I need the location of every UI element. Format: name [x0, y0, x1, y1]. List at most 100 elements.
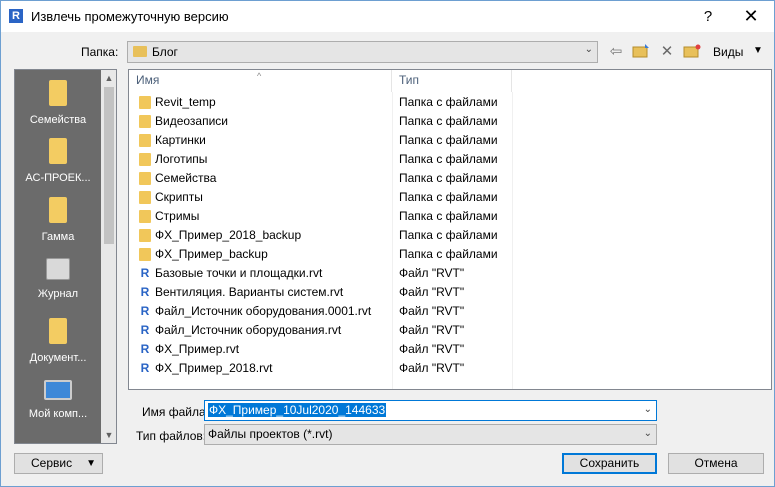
place-documents[interactable]: Документ... [15, 318, 101, 364]
file-type: Папка с файлами [399, 133, 498, 147]
revit-file-icon: R [140, 304, 150, 318]
delete-icon[interactable]: ✕ [657, 43, 677, 61]
cancel-button[interactable]: Отмена [668, 453, 764, 474]
revit-file-icon: R [140, 361, 150, 375]
filename-label: Имя файла: [142, 405, 209, 419]
filetype-select[interactable]: Файлы проектов (*.rvt) ⌄ [204, 424, 657, 445]
file-name: Логотипы [155, 152, 208, 166]
file-name: ФХ_Пример.rvt [155, 342, 240, 356]
place-as-proek[interactable]: АС-ПРОЕК... [15, 138, 101, 184]
folder-icon [139, 153, 151, 166]
file-row[interactable]: Стримы Папка с файлами [129, 207, 512, 226]
file-row[interactable]: R Файл_Источник оборудования.0001.rvt Файл… [129, 302, 512, 321]
revit-file-icon: R [140, 323, 150, 337]
folder-dropdown[interactable]: Блог ⌄ [127, 41, 598, 63]
file-name: ФХ_Пример_2018.rvt [155, 361, 273, 375]
file-row[interactable]: Семейства Папка с файлами [129, 169, 512, 188]
file-row[interactable]: Revit_temp Папка с файлами [129, 93, 512, 112]
sort-ascending-icon: ^ [257, 71, 262, 81]
file-row[interactable]: Скрипты Папка с файлами [129, 188, 512, 207]
file-type: Папка с файлами [399, 95, 498, 109]
file-name: ФХ_Пример_2018_backup [155, 228, 302, 242]
file-row[interactable]: R ФХ_Пример_2018.rvt Файл "RVT" [129, 359, 512, 378]
folder-icon [49, 80, 67, 106]
file-row[interactable]: R ФХ_Пример.rvt Файл "RVT" [129, 340, 512, 359]
file-name: Картинки [155, 133, 206, 147]
file-row[interactable]: R Вентиляция. Варианты систем.rvt Файл "RV… [129, 283, 512, 302]
chevron-down-icon: ▼ [86, 458, 96, 469]
file-name: Revit_temp [155, 95, 216, 109]
scroll-up-icon[interactable]: ▲ [101, 70, 116, 86]
help-button[interactable]: ? [691, 1, 725, 32]
file-type: Папка с файлами [399, 190, 498, 204]
revit-file-icon: R [140, 342, 150, 356]
views-label: Виды [713, 45, 744, 59]
file-row[interactable]: ФХ_Пример_2018_backup Папка с файлами [129, 226, 512, 245]
column-divider [512, 92, 513, 389]
file-type: Папка с файлами [399, 209, 498, 223]
file-type: Папка с файлами [399, 114, 498, 128]
place-gamma[interactable]: Гамма [15, 197, 101, 243]
file-row[interactable]: ФХ_Пример_backup Папка с файлами [129, 245, 512, 264]
file-name: Стримы [155, 209, 200, 223]
close-button[interactable]: ✕ [731, 1, 771, 32]
place-journal[interactable]: Журнал [15, 258, 101, 300]
up-folder-icon[interactable] [631, 43, 651, 61]
file-name: Базовые точки и площадки.rvt [155, 266, 323, 280]
folder-icon [49, 197, 67, 223]
title-bar: R Извлечь промежуточную версию ? ✕ [1, 1, 774, 32]
file-name: Файл_Источник оборудования.rvt [155, 323, 342, 337]
file-type: Файл "RVT" [399, 361, 465, 375]
folder-icon [139, 248, 151, 261]
scrollbar-thumb[interactable] [104, 87, 114, 244]
file-row[interactable]: R Базовые точки и площадки.rvt Файл "RVT" [129, 264, 512, 283]
chevron-down-icon[interactable]: ⌄ [644, 404, 652, 415]
save-dialog: R Извлечь промежуточную версию ? ✕ Папка… [0, 0, 775, 487]
folder-icon [139, 96, 151, 109]
place-label: Журнал [37, 288, 79, 300]
service-menu-button[interactable]: Сервис ▼ [14, 453, 103, 474]
file-type: Папка с файлами [399, 247, 498, 261]
back-arrow-icon[interactable]: ⇦ [606, 43, 626, 61]
file-name: Скрипты [155, 190, 203, 204]
file-type: Файл "RVT" [399, 342, 465, 356]
place-label: Гамма [41, 231, 75, 243]
file-name: Файл_Источник оборудования.0001.rvt [155, 304, 372, 318]
revit-file-icon: R [140, 285, 150, 299]
file-row[interactable]: Видеозаписи Папка с файлами [129, 112, 512, 131]
file-type: Папка с файлами [399, 228, 498, 242]
folder-icon [139, 229, 151, 242]
places-sidebar: Семейства АС-ПРОЕК... Гамма Журнал Докум… [14, 69, 117, 444]
revit-app-icon: R [9, 9, 23, 23]
computer-icon [44, 380, 72, 400]
filename-input[interactable]: ФХ_Пример_10Jul2020_144633 ⌄ [204, 400, 657, 421]
file-list: ^ Имя Тип Revit_temp Папка с файлами Видео… [128, 69, 772, 390]
file-row[interactable]: R Файл_Источник оборудования.rvt Файл "RVT… [129, 321, 512, 340]
file-name: Вентиляция. Варианты систем.rvt [155, 285, 344, 299]
new-folder-icon[interactable] [682, 43, 702, 61]
documents-icon [49, 318, 67, 344]
chevron-down-icon: ▼ [753, 45, 763, 56]
file-name: Семейства [155, 171, 217, 185]
chevron-down-icon: ⌄ [643, 428, 652, 439]
save-button[interactable]: Сохранить [562, 453, 657, 474]
column-header-name[interactable]: ^ Имя [129, 70, 392, 92]
file-type: Файл "RVT" [399, 266, 465, 280]
folder-icon [139, 172, 151, 185]
scroll-down-icon[interactable]: ▼ [101, 427, 116, 443]
file-row[interactable]: Логотипы Папка с файлами [129, 150, 512, 169]
folder-icon [139, 191, 151, 204]
file-type: Папка с файлами [399, 171, 498, 185]
folder-label: Папка: [81, 45, 119, 59]
place-semeystva[interactable]: Семейства [15, 80, 101, 126]
places-scrollbar[interactable]: ▲ ▼ [101, 70, 116, 443]
current-folder-name: Блог [152, 45, 178, 59]
file-type: Файл "RVT" [399, 323, 465, 337]
filename-value: ФХ_Пример_10Jul2020_144633 [208, 403, 387, 417]
folder-icon [139, 210, 151, 223]
file-type: Файл "RVT" [399, 285, 465, 299]
place-my-computer[interactable]: Мой комп... [15, 380, 101, 420]
journal-icon [46, 258, 70, 280]
file-row[interactable]: Картинки Папка с файлами [129, 131, 512, 150]
column-header-type[interactable]: Тип [392, 70, 512, 92]
